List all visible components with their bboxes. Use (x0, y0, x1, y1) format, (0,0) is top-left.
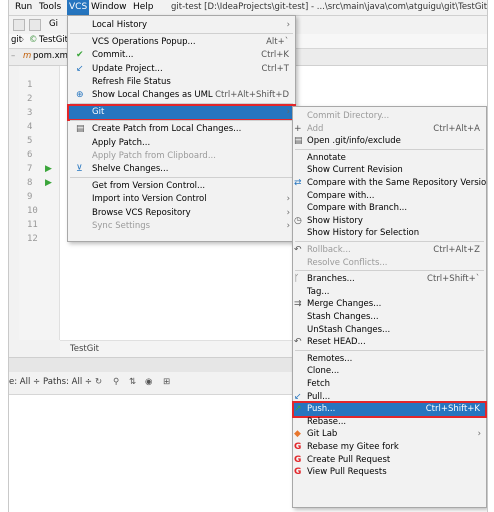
menu-separator (295, 270, 484, 272)
toolbar-icon[interactable] (29, 19, 41, 31)
line-number: 4 (27, 122, 33, 132)
menu-separator (70, 103, 293, 105)
git-menu-item-show-history-for-selection[interactable]: Show History for Selection (293, 226, 486, 241)
menu-separator (295, 148, 484, 150)
menu-help[interactable]: Help (133, 2, 154, 12)
git-submenu: Commit Directory... + Add Ctrl+Alt+A ▤ Open .… (292, 106, 487, 508)
chevron-right-icon: › (286, 107, 290, 118)
toolbar-icon[interactable] (13, 19, 25, 31)
eye-icon[interactable]: ◉ (145, 377, 152, 387)
shelve-changes-icon: ⊻ (76, 164, 83, 174)
open-git-info-exclude-icon: ▤ (294, 136, 303, 147)
menu-item-label: Sync Settings (92, 220, 151, 231)
breadcrumb-file[interactable]: TestGit (39, 35, 68, 45)
git-menu-item-view-pull-requests[interactable]: G View Pull Requests (293, 465, 486, 480)
editor-footer-label[interactable]: TestGit (70, 344, 99, 354)
view-pull-requests-icon: G (294, 467, 302, 478)
menu-separator (70, 33, 293, 35)
menu-separator (295, 349, 484, 351)
run-icon[interactable]: ▶ (45, 164, 52, 174)
menu-separator (295, 241, 484, 242)
menu-window[interactable]: Window (91, 2, 127, 12)
git-menu-item-open-git-info-exclude[interactable]: ▤ Open .git/info/exclude (293, 134, 486, 149)
vcs-menu-item-local-history[interactable]: Local History › (68, 18, 295, 33)
chevron-right-icon: › (286, 220, 290, 231)
vcs-menu-item-git[interactable]: Git › (67, 104, 296, 122)
line-number: 2 (27, 94, 33, 104)
menu-bar: Run Tools VCS Window Help git-test [D:\I… (9, 0, 487, 16)
menu-vcs[interactable]: VCS (67, 0, 90, 15)
run-icon[interactable]: ▶ (45, 178, 52, 188)
menu-item-label: Resolve Conflicts... (307, 257, 388, 268)
vcs-menu-item-sync-settings[interactable]: Sync Settings › (68, 219, 295, 234)
pin-icon[interactable]: ⊞ (163, 377, 170, 387)
maven-icon: m (23, 51, 32, 61)
line-number: 11 (27, 220, 38, 230)
line-number: 6 (27, 150, 33, 160)
vcs-menu-item-shelve-changes[interactable]: ⊻ Shelve Changes... (68, 162, 295, 177)
tab-dash: – (11, 51, 16, 61)
menu-item-label: Show Local Changes as UML (92, 90, 213, 100)
line-number: 10 (27, 206, 38, 216)
line-number: 5 (27, 136, 33, 146)
line-number: 1 (27, 80, 33, 90)
breadcrumb-separator: › (21, 35, 25, 45)
vcs-menu-item-show-local-changes-as-uml[interactable]: ⊕ Show Local Changes as UML Ctrl+Alt+Shift… (68, 88, 295, 103)
vcs-menu: Local History › VCS Operations Popup... Alt… (67, 15, 296, 242)
tab-pom[interactable]: pom.xm (33, 51, 68, 61)
toolbar-branch[interactable]: Gi (49, 19, 58, 29)
menu-item-label: Show History for Selection (307, 228, 420, 239)
menu-tools[interactable]: Tools (39, 2, 61, 12)
menu-item-label: Local History (92, 20, 147, 30)
git-menu-item-reset-head[interactable]: ↶ Reset HEAD... (293, 335, 486, 350)
cherry-pick-icon[interactable]: ⚲ (113, 377, 119, 387)
filter-user[interactable]: e: All ÷ (9, 377, 40, 387)
refresh-icon[interactable]: ↻ (95, 377, 102, 387)
sort-icon[interactable]: ⇅ (129, 377, 136, 387)
line-number: 9 (27, 192, 33, 202)
ide-window: Run Tools VCS Window Help git-test [D:\I… (8, 0, 488, 512)
menu-item-label: View Pull Requests (307, 467, 387, 478)
line-number: 7 (27, 164, 33, 174)
menu-separator (70, 120, 293, 122)
menu-run[interactable]: Run (15, 2, 32, 12)
chevron-right-icon: › (286, 20, 290, 30)
menu-item-label: Reset HEAD... (307, 337, 366, 348)
reset-head-icon: ↶ (294, 337, 302, 348)
show-local-changes-as-uml-icon: ⊕ (76, 90, 84, 100)
line-number: 3 (27, 108, 33, 118)
menu-item-shortcut: Ctrl+Alt+Shift+D (215, 90, 289, 100)
line-gutter: 1 2 3 4 5 6 7 ▶ 8 ▶ 9 10 11 12 (19, 66, 60, 340)
line-number: 12 (27, 234, 38, 244)
line-number: 8 (27, 178, 33, 188)
menu-item-label: Git (92, 107, 105, 118)
menu-item-label: Open .git/info/exclude (307, 136, 401, 147)
class-icon: © (29, 35, 38, 45)
window-title: git-test [D:\IdeaProjects\git-test] - ..… (171, 2, 488, 12)
filter-paths[interactable]: Paths: All ÷ (43, 377, 92, 387)
menu-item-label: Shelve Changes... (92, 164, 169, 174)
git-menu-item-resolve-conflicts[interactable]: Resolve Conflicts... (293, 256, 486, 271)
menu-separator (70, 177, 293, 179)
